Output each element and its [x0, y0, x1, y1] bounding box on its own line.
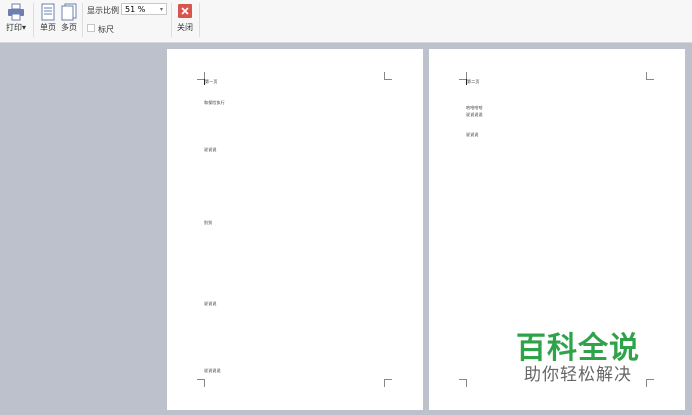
printer-icon	[8, 3, 24, 21]
close-icon	[178, 4, 192, 18]
toolbar-divider	[171, 3, 172, 37]
chevron-down-icon[interactable]: ▾	[160, 4, 163, 16]
watermark-subtitle: 助你轻松解决	[524, 365, 632, 385]
page-text-line: 第二页	[467, 79, 480, 84]
single-page-icon	[41, 3, 55, 21]
margin-corner-mark	[459, 379, 467, 387]
page-text-line: 说说说	[466, 132, 479, 137]
margin-corner-mark	[646, 379, 654, 387]
close-button[interactable]: 关闭	[175, 4, 195, 33]
toolbar-divider	[33, 3, 34, 37]
multi-page-label: 多页	[61, 23, 77, 32]
ruler-checkbox[interactable]	[87, 24, 95, 32]
page-text-line: 说说说说	[466, 112, 483, 117]
toolbar-divider	[199, 3, 200, 37]
single-page-label: 单页	[40, 23, 56, 32]
multi-page-button[interactable]: 多页	[59, 3, 79, 33]
print-label: 打印	[5, 23, 22, 32]
page-text-line: 说说说	[204, 301, 217, 306]
multi-page-icon	[61, 3, 77, 21]
page-text-line: 说说说	[204, 147, 217, 152]
zoom-value: 51 %	[125, 5, 146, 14]
page-text-line: 说说说说	[204, 368, 221, 373]
margin-corner-mark	[384, 72, 392, 80]
close-label: 关闭	[177, 23, 193, 32]
preview-page-1: 第一页 和保险执行 说说说 别别 说说说 说说说说	[167, 49, 423, 410]
single-page-button[interactable]: 单页	[38, 3, 58, 33]
margin-corner-mark	[384, 379, 392, 387]
toolbar-divider	[82, 3, 83, 37]
margin-corner-mark	[197, 379, 205, 387]
margin-corner-mark	[646, 72, 654, 80]
page-text-line: 哈哈哈哈	[466, 105, 483, 110]
page-text-line: 别别	[204, 220, 213, 225]
ruler-label: 标尺	[98, 25, 114, 34]
dropdown-arrow-icon[interactable]: ▾	[22, 23, 26, 32]
zoom-label: 显示比例	[87, 6, 119, 15]
page-text-line: 第一页	[205, 79, 218, 84]
zoom-select[interactable]: 51 % ▾	[121, 3, 167, 15]
page-text-line: 和保险执行	[204, 100, 225, 105]
print-preview-toolbar: 打印▾ 单页 多页 显示比例 51 % ▾ 标尺 关闭	[0, 0, 692, 43]
print-button[interactable]: 打印▾	[3, 3, 29, 33]
